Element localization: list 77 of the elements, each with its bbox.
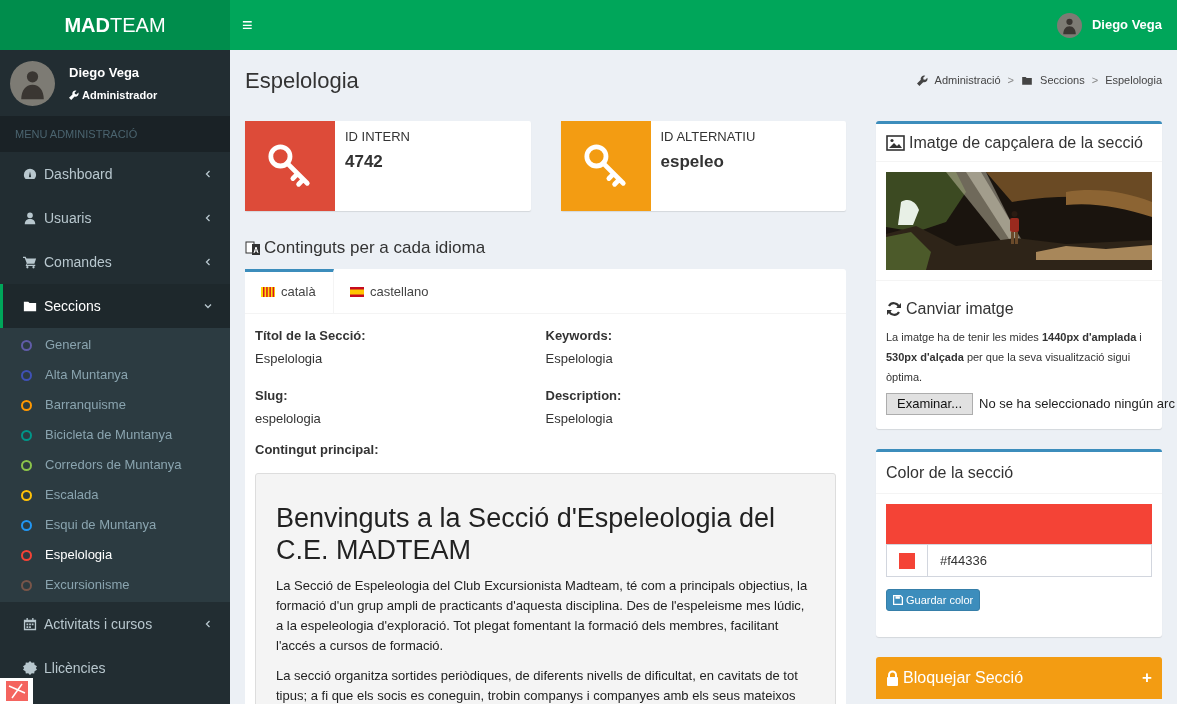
user-role: Administrador — [82, 87, 158, 103]
field-value: Espelologia — [255, 350, 324, 368]
info-box-label: ID INTERN — [345, 128, 410, 146]
breadcrumb-link[interactable]: Administració — [916, 71, 1001, 89]
panel-title: Imatge de capçalera de la secció — [909, 132, 1143, 153]
field-label: Description: — [545, 386, 623, 405]
info-box-value: espeleo — [660, 150, 725, 173]
submenu-item[interactable]: Alta Muntanya — [0, 360, 230, 390]
dashboard-icon — [23, 167, 37, 181]
field-value: Espelologia — [545, 350, 614, 368]
submenu-item[interactable]: Espelologia — [0, 540, 230, 570]
debug-bar-icon[interactable] — [0, 678, 33, 704]
logo[interactable]: MADTEAM — [0, 0, 230, 50]
breadcrumb-link[interactable]: Seccions — [1021, 71, 1085, 89]
panel-title: Color de la secció — [886, 462, 1014, 483]
content-paragraph: La Secció de Espeleologia del Club Excursionista Madteam, té com a principals objectius, la formació d'un grup ampli de practicants d'aquesta disciplina. Des de l'espeleisme mes lúdic, a la espeleologia d'exploració. Tot plegat fomentant la formació dels membres, facilitant l'accés a cursos de formació. — [276, 576, 809, 655]
lock-icon — [886, 670, 899, 686]
field-label: Keywords: — [545, 326, 613, 345]
submenu-item[interactable]: General — [0, 330, 230, 360]
submenu-item[interactable]: Esqui de Muntanya — [0, 510, 230, 540]
menu-toggle[interactable]: ≡ — [242, 11, 253, 39]
field-value: espelologia — [255, 410, 322, 428]
language-tab[interactable]: català — [245, 268, 334, 313]
folder-icon — [23, 299, 37, 313]
flag-icon — [261, 287, 275, 297]
sidebar-item[interactable]: Dashboard — [0, 152, 230, 196]
info-box-label: ID ALTERNATIU — [660, 128, 756, 146]
help-text: La imatge ha de tenir les mides 1440px d'amplada i 530px d'alçada per que la seva visualització sigui òptima. — [886, 330, 1143, 385]
submenu-item[interactable]: Barranquisme — [0, 390, 230, 420]
field-value: Espelologia — [545, 410, 614, 428]
color-swatch[interactable] — [899, 552, 915, 569]
field-label: Títol de la Secció: — [255, 326, 367, 345]
user-name: Diego Vega — [69, 64, 141, 82]
file-status: No se ha seleccionado ningún arc — [979, 395, 1175, 414]
sidebar-item[interactable]: Comandes — [0, 240, 230, 284]
section-heading: Continguts per a cada idioma — [264, 237, 486, 259]
refresh-icon — [886, 301, 902, 317]
content-paragraph: La secció organitza sortides periòdiques, de diferents nivells de dificultat, en cavitats de tot tipus; a fi que els socis es coneguin, trobin companys i companyes amb els seus mateixos — [276, 666, 799, 704]
sidebar-item[interactable]: Activitats i cursos — [0, 602, 230, 646]
sidebar-item[interactable]: Seccions — [0, 284, 230, 328]
sidebar-item[interactable]: Usuaris — [0, 196, 230, 240]
wrench-icon — [69, 89, 79, 100]
translate-icon — [245, 239, 261, 256]
save-icon — [893, 595, 903, 605]
language-tab[interactable]: castellano — [334, 268, 445, 313]
content-heading: Benvinguts a la Secció d'Espeleologia del C.E. MADTEAM — [276, 501, 776, 566]
browse-button[interactable]: Examinar... — [886, 393, 974, 415]
subsection-title: Canviar imatge — [906, 299, 1014, 319]
avatar — [1056, 12, 1082, 38]
cart-icon — [23, 255, 37, 269]
badge-icon — [23, 661, 37, 675]
field-label: Slug: — [255, 386, 289, 405]
submenu-item[interactable]: Excursionisme — [0, 570, 230, 600]
flag-icon — [350, 287, 364, 297]
submenu-item[interactable]: Escalada — [0, 480, 230, 510]
calendar-icon — [23, 617, 37, 631]
key-icon — [582, 143, 629, 189]
folder-icon — [1021, 74, 1034, 86]
image-icon — [886, 134, 905, 151]
panel-title: Bloquejar Secció — [903, 668, 1024, 688]
user-icon — [23, 211, 37, 225]
submenu-item[interactable]: Bicicleta de Muntanya — [0, 420, 230, 450]
info-box-value: 4742 — [345, 150, 384, 173]
breadcrumb-separator: > — [1007, 72, 1015, 88]
wrench-icon — [916, 74, 928, 86]
user-menu[interactable]: Diego Vega — [1056, 12, 1162, 38]
breadcrumb-current: Espelologia — [1105, 72, 1162, 88]
menu-heading: MENU ADMINISTRACIÓ — [15, 126, 138, 142]
sidebar-item[interactable]: Llicències — [0, 646, 230, 690]
save-color-button[interactable]: Guardar color — [886, 589, 981, 611]
key-icon — [267, 143, 313, 189]
page-title: Espelologia — [245, 66, 359, 95]
breadcrumb-separator: > — [1091, 72, 1099, 88]
avatar — [10, 60, 55, 106]
submenu-item[interactable]: Corredors de Muntanya — [0, 450, 230, 480]
field-label: Contingut principal: — [255, 441, 379, 457]
color-input-field[interactable]: #f44336 — [886, 544, 1152, 577]
